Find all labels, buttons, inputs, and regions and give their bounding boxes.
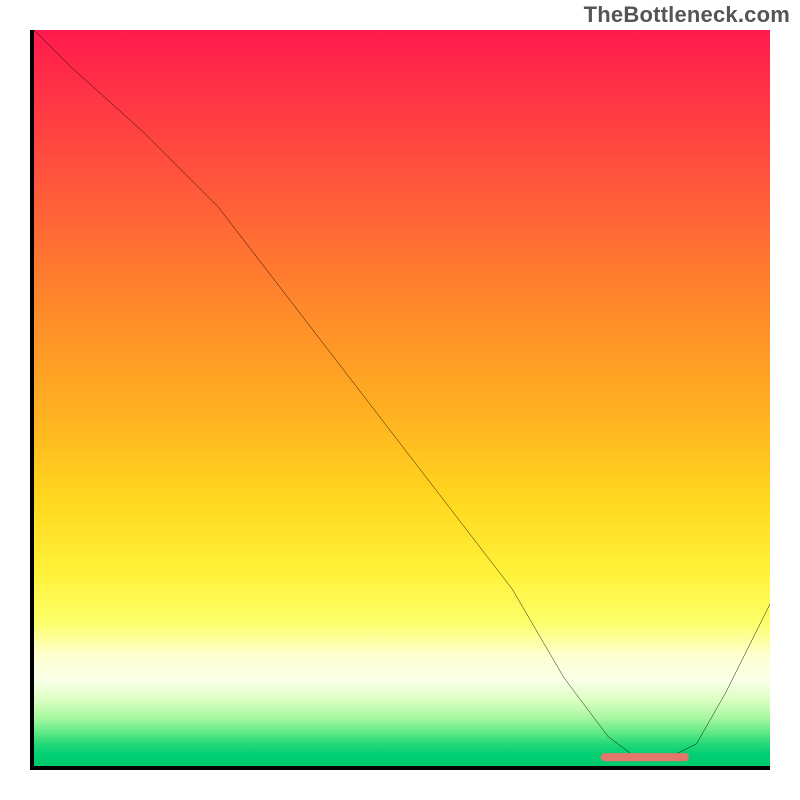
optimum-marker <box>601 753 689 761</box>
bottleneck-curve <box>34 30 770 766</box>
watermark-text: TheBottleneck.com <box>584 2 790 28</box>
chart-stage: TheBottleneck.com <box>0 0 800 800</box>
plot-area <box>30 30 770 770</box>
